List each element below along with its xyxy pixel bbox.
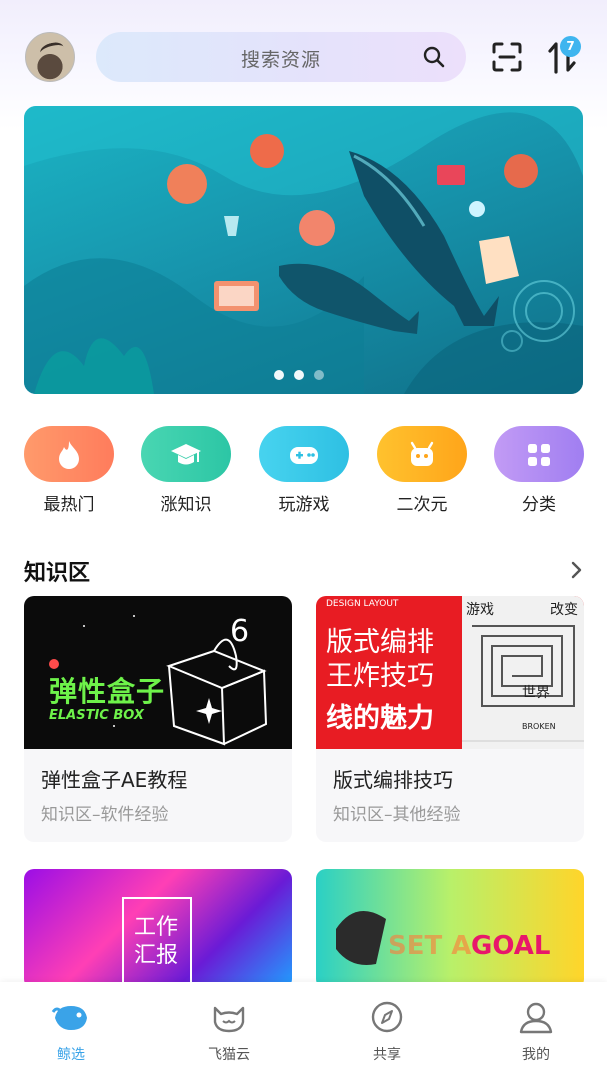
tab-label: 我的 — [522, 1047, 550, 1063]
pager-dot[interactable] — [314, 370, 324, 380]
bottom-tab-bar: 鲸选 飞猫云 共享 我的 — [0, 982, 607, 1080]
pager-dot-active[interactable] — [294, 370, 304, 380]
content-card[interactable]: SET A GOAL — [316, 869, 584, 989]
thumb-text: SET A — [388, 931, 472, 961]
chevron-right-icon[interactable] — [570, 560, 584, 580]
compass-icon — [371, 1001, 403, 1033]
whale-icon — [51, 1006, 87, 1030]
search-bar[interactable]: 搜索资源 — [96, 32, 466, 82]
tab-share[interactable]: 共享 — [337, 1000, 437, 1064]
card-title: 版式编排技巧 — [333, 768, 453, 792]
scan-icon[interactable] — [492, 42, 522, 72]
thumb-line-3: 线的魅力 — [326, 703, 434, 734]
thumb-title-en: ELASTIC BOX — [49, 708, 144, 723]
hero-banner[interactable] — [24, 106, 583, 394]
android-icon — [410, 441, 434, 466]
grid-icon — [528, 444, 550, 466]
tab-label: 鲸选 — [57, 1047, 85, 1063]
thumb-title-cn: 弹性盒子 — [49, 675, 166, 708]
header: 搜索资源 7 — [0, 0, 607, 110]
flame-icon — [59, 441, 79, 469]
category-all[interactable]: 分类 — [494, 426, 584, 515]
maze-text: 世界 — [522, 685, 550, 701]
category-knowledge[interactable]: 涨知识 — [141, 426, 231, 515]
notification-badge: 7 — [560, 36, 581, 57]
maze-text: 游戏 — [466, 602, 494, 618]
category-anime[interactable]: 二次元 — [377, 426, 467, 515]
content-card[interactable]: 6 弹性盒子 ELASTIC BOX 弹性盒子AE教程 知识区–软件经验 — [24, 596, 292, 842]
thumb-tag: DESIGN LAYOUT — [326, 599, 399, 609]
category-shortcuts: 最热门 涨知识 玩游戏 二次元 分类 — [0, 426, 607, 516]
avatar[interactable] — [25, 32, 75, 82]
category-games[interactable]: 玩游戏 — [259, 426, 349, 515]
card-subtitle: 知识区–软件经验 — [41, 805, 169, 825]
card-thumbnail: DESIGN LAYOUT 版式编排 王炸技巧 线的魅力 游戏 改变 世界 BR… — [316, 596, 584, 749]
tab-label: 共享 — [373, 1047, 401, 1063]
maze-text: 改变 — [550, 602, 578, 618]
graduation-cap-icon — [171, 444, 201, 465]
category-label: 玩游戏 — [278, 495, 330, 515]
search-placeholder: 搜索资源 — [240, 49, 321, 71]
category-label: 二次元 — [396, 495, 448, 515]
search-icon[interactable] — [422, 45, 446, 69]
tab-cloud[interactable]: 飞猫云 — [179, 1000, 279, 1064]
user-icon — [519, 1002, 553, 1034]
category-label: 涨知识 — [160, 495, 212, 515]
content-card[interactable]: DESIGN LAYOUT 版式编排 王炸技巧 线的魅力 游戏 改变 世界 BR… — [316, 596, 584, 842]
category-label: 分类 — [522, 495, 556, 515]
tab-profile[interactable]: 我的 — [486, 1000, 586, 1064]
tab-featured[interactable]: 鲸选 — [21, 1000, 121, 1064]
svg-text:6: 6 — [230, 614, 249, 649]
card-thumbnail: 6 弹性盒子 ELASTIC BOX — [24, 596, 292, 749]
cat-icon — [213, 1006, 245, 1033]
card-subtitle: 知识区–其他经验 — [333, 805, 461, 825]
category-hot[interactable]: 最热门 — [24, 426, 114, 515]
tab-label: 飞猫云 — [208, 1047, 250, 1063]
card-title: 弹性盒子AE教程 — [41, 768, 188, 792]
thumb-line-2: 汇报 — [134, 943, 179, 968]
content-card[interactable]: 工作 汇报 — [24, 869, 292, 989]
thumb-line-2: 王炸技巧 — [326, 661, 434, 692]
maze-panel: 游戏 改变 世界 BROKEN — [462, 596, 584, 749]
gamepad-icon — [290, 447, 318, 464]
banner-illustration — [24, 106, 583, 394]
thumb-text: GOAL — [471, 931, 551, 961]
pager-dot[interactable] — [274, 370, 284, 380]
maze-text: BROKEN — [522, 722, 556, 731]
category-label: 最热门 — [43, 495, 95, 515]
section-title: 知识区 — [24, 561, 91, 586]
